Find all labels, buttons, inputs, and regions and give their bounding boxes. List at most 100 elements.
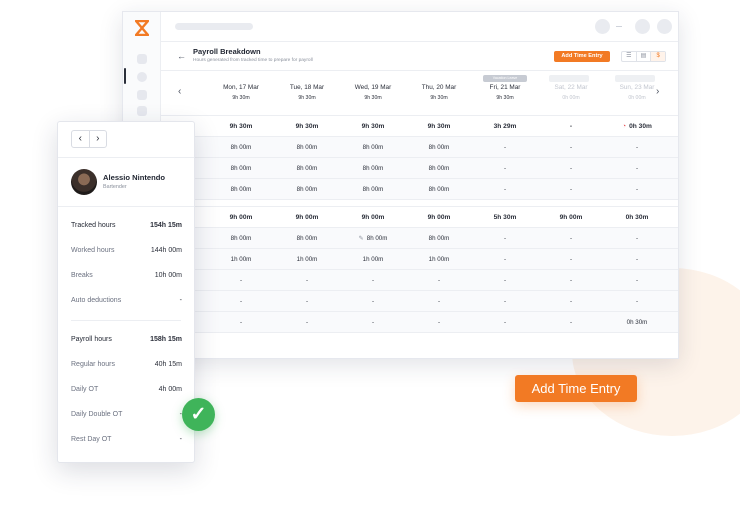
hours-cell[interactable]: -: [406, 291, 472, 312]
hours-cell[interactable]: -: [472, 270, 538, 291]
hours-cell[interactable]: 8h 00m: [340, 158, 406, 179]
day-header[interactable]: Vacation Leave Fri, 21 Mar 9h 30m: [472, 75, 538, 101]
hours-cell[interactable]: 8h 00m: [406, 158, 472, 179]
sidebar-item-dashboard-icon[interactable]: [137, 54, 147, 64]
day-header[interactable]: Thu, 20 Mar 9h 30m: [406, 84, 472, 101]
hours-cell[interactable]: 8h 00m: [274, 228, 340, 249]
hours-cell[interactable]: 8h 00m: [406, 137, 472, 158]
hours-cell[interactable]: -: [472, 291, 538, 312]
summary-cell[interactable]: 9h 30m: [208, 116, 274, 137]
search-input[interactable]: [175, 23, 253, 30]
hours-cell[interactable]: -: [604, 158, 670, 179]
hours-cell[interactable]: ✎ 8h 00m: [340, 228, 406, 249]
hours-cell[interactable]: -: [538, 137, 604, 158]
sidebar-item-reports-icon[interactable]: [137, 106, 147, 116]
notifications-icon[interactable]: [635, 19, 650, 34]
hours-cell[interactable]: 1h 00m: [406, 249, 472, 270]
user-avatar-icon[interactable]: [657, 19, 672, 34]
hours-cell[interactable]: 8h 00m: [208, 137, 274, 158]
hours-cell[interactable]: -: [208, 270, 274, 291]
next-employee-icon[interactable]: ›: [90, 131, 107, 147]
hours-cell[interactable]: -: [538, 270, 604, 291]
hours-cell[interactable]: -: [472, 312, 538, 333]
hours-cell[interactable]: -: [538, 158, 604, 179]
day-header[interactable]: Sun, 23 Mar 0h 00m: [604, 75, 670, 101]
summary-cell[interactable]: 9h 00m: [406, 207, 472, 228]
summary-cell[interactable]: 9h 00m: [274, 207, 340, 228]
day-header[interactable]: Sat, 22 Mar 0h 00m: [538, 75, 604, 101]
summary-cell[interactable]: 9h 30m: [274, 116, 340, 137]
hours-cell[interactable]: -: [538, 291, 604, 312]
summary-cell[interactable]: 9h 30m: [406, 116, 472, 137]
hours-cell[interactable]: 0h 30m: [604, 312, 670, 333]
add-time-entry-cta-button[interactable]: Add Time Entry: [515, 375, 637, 402]
hours-cell[interactable]: -: [538, 179, 604, 200]
hours-cell[interactable]: -: [472, 137, 538, 158]
summary-cell[interactable]: 9h 30m: [340, 116, 406, 137]
prev-week-icon[interactable]: ‹: [178, 86, 181, 97]
hours-cell[interactable]: 1h 00m: [274, 249, 340, 270]
hours-cell[interactable]: 8h 00m: [406, 228, 472, 249]
hours-cell[interactable]: -: [472, 179, 538, 200]
hours-cell[interactable]: -: [208, 312, 274, 333]
hours-cell[interactable]: -: [604, 291, 670, 312]
hours-cell[interactable]: -: [406, 312, 472, 333]
hours-cell[interactable]: -: [538, 249, 604, 270]
hours-cell[interactable]: -: [472, 158, 538, 179]
hours-cell[interactable]: 1h 00m: [208, 249, 274, 270]
sidebar-item-people-icon[interactable]: [137, 90, 147, 100]
day-header[interactable]: Tue, 18 Mar 9h 30m: [274, 84, 340, 101]
hours-cell[interactable]: -: [604, 137, 670, 158]
hours-cell[interactable]: -: [274, 291, 340, 312]
table-row: 1h 00m 1h 00m 1h 00m 1h 00m - - -: [161, 249, 678, 270]
hours-cell[interactable]: -: [604, 179, 670, 200]
hours-cell[interactable]: -: [472, 249, 538, 270]
hours-cell[interactable]: -: [406, 270, 472, 291]
help-icon[interactable]: [595, 19, 610, 34]
hours-cell[interactable]: 8h 00m: [274, 158, 340, 179]
sidebar-item-timesheets-icon[interactable]: [137, 72, 147, 82]
day-total-hours: 0h 00m: [562, 95, 580, 101]
summary-cell[interactable]: 5h 30m: [472, 207, 538, 228]
summary-cell[interactable]: 9h 00m: [340, 207, 406, 228]
edit-pencil-icon: ✎: [358, 235, 364, 242]
hours-cell[interactable]: -: [340, 291, 406, 312]
cell-value: 8h 00m: [230, 235, 252, 242]
hours-cell[interactable]: -: [340, 270, 406, 291]
day-header[interactable]: Wed, 19 Mar 9h 30m: [340, 84, 406, 101]
summary-cell[interactable]: 9h 00m: [538, 207, 604, 228]
day-header[interactable]: Mon, 17 Mar 9h 30m: [208, 84, 274, 101]
summary-cell[interactable]: 0h 30m: [604, 207, 670, 228]
hours-cell[interactable]: -: [604, 249, 670, 270]
hours-cell[interactable]: 8h 00m: [208, 179, 274, 200]
cell-value: 8h 00m: [428, 165, 450, 172]
hours-cell[interactable]: -: [340, 312, 406, 333]
hours-cell[interactable]: 8h 00m: [340, 137, 406, 158]
hours-cell[interactable]: 8h 00m: [208, 158, 274, 179]
summary-cell[interactable]: -: [538, 116, 604, 137]
hours-cell[interactable]: -: [538, 228, 604, 249]
grid-view-icon[interactable]: ▤: [637, 52, 652, 61]
hours-cell[interactable]: 1h 00m: [340, 249, 406, 270]
list-view-icon[interactable]: ☰: [622, 52, 637, 61]
summary-cell[interactable]: 9h 00m: [208, 207, 274, 228]
hours-cell[interactable]: -: [604, 228, 670, 249]
payroll-view-icon[interactable]: $: [651, 52, 666, 61]
prev-employee-icon[interactable]: ‹: [72, 131, 90, 147]
hours-cell[interactable]: 8h 00m: [208, 228, 274, 249]
hours-cell[interactable]: 8h 00m: [274, 137, 340, 158]
hours-cell[interactable]: -: [274, 270, 340, 291]
add-time-entry-button[interactable]: Add Time Entry: [554, 51, 610, 62]
day-total-hours: 9h 30m: [430, 95, 448, 101]
hours-cell[interactable]: 8h 00m: [274, 179, 340, 200]
hours-cell[interactable]: -: [208, 291, 274, 312]
hours-cell[interactable]: -: [274, 312, 340, 333]
summary-cell[interactable]: 3h 29m: [472, 116, 538, 137]
hours-cell[interactable]: -: [604, 270, 670, 291]
hours-cell[interactable]: 8h 00m: [340, 179, 406, 200]
back-arrow-icon[interactable]: ←: [177, 51, 186, 61]
hours-cell[interactable]: 8h 00m: [406, 179, 472, 200]
summary-cell[interactable]: ◔ 0h 30m: [604, 116, 670, 137]
hours-cell[interactable]: -: [538, 312, 604, 333]
hours-cell[interactable]: -: [472, 228, 538, 249]
